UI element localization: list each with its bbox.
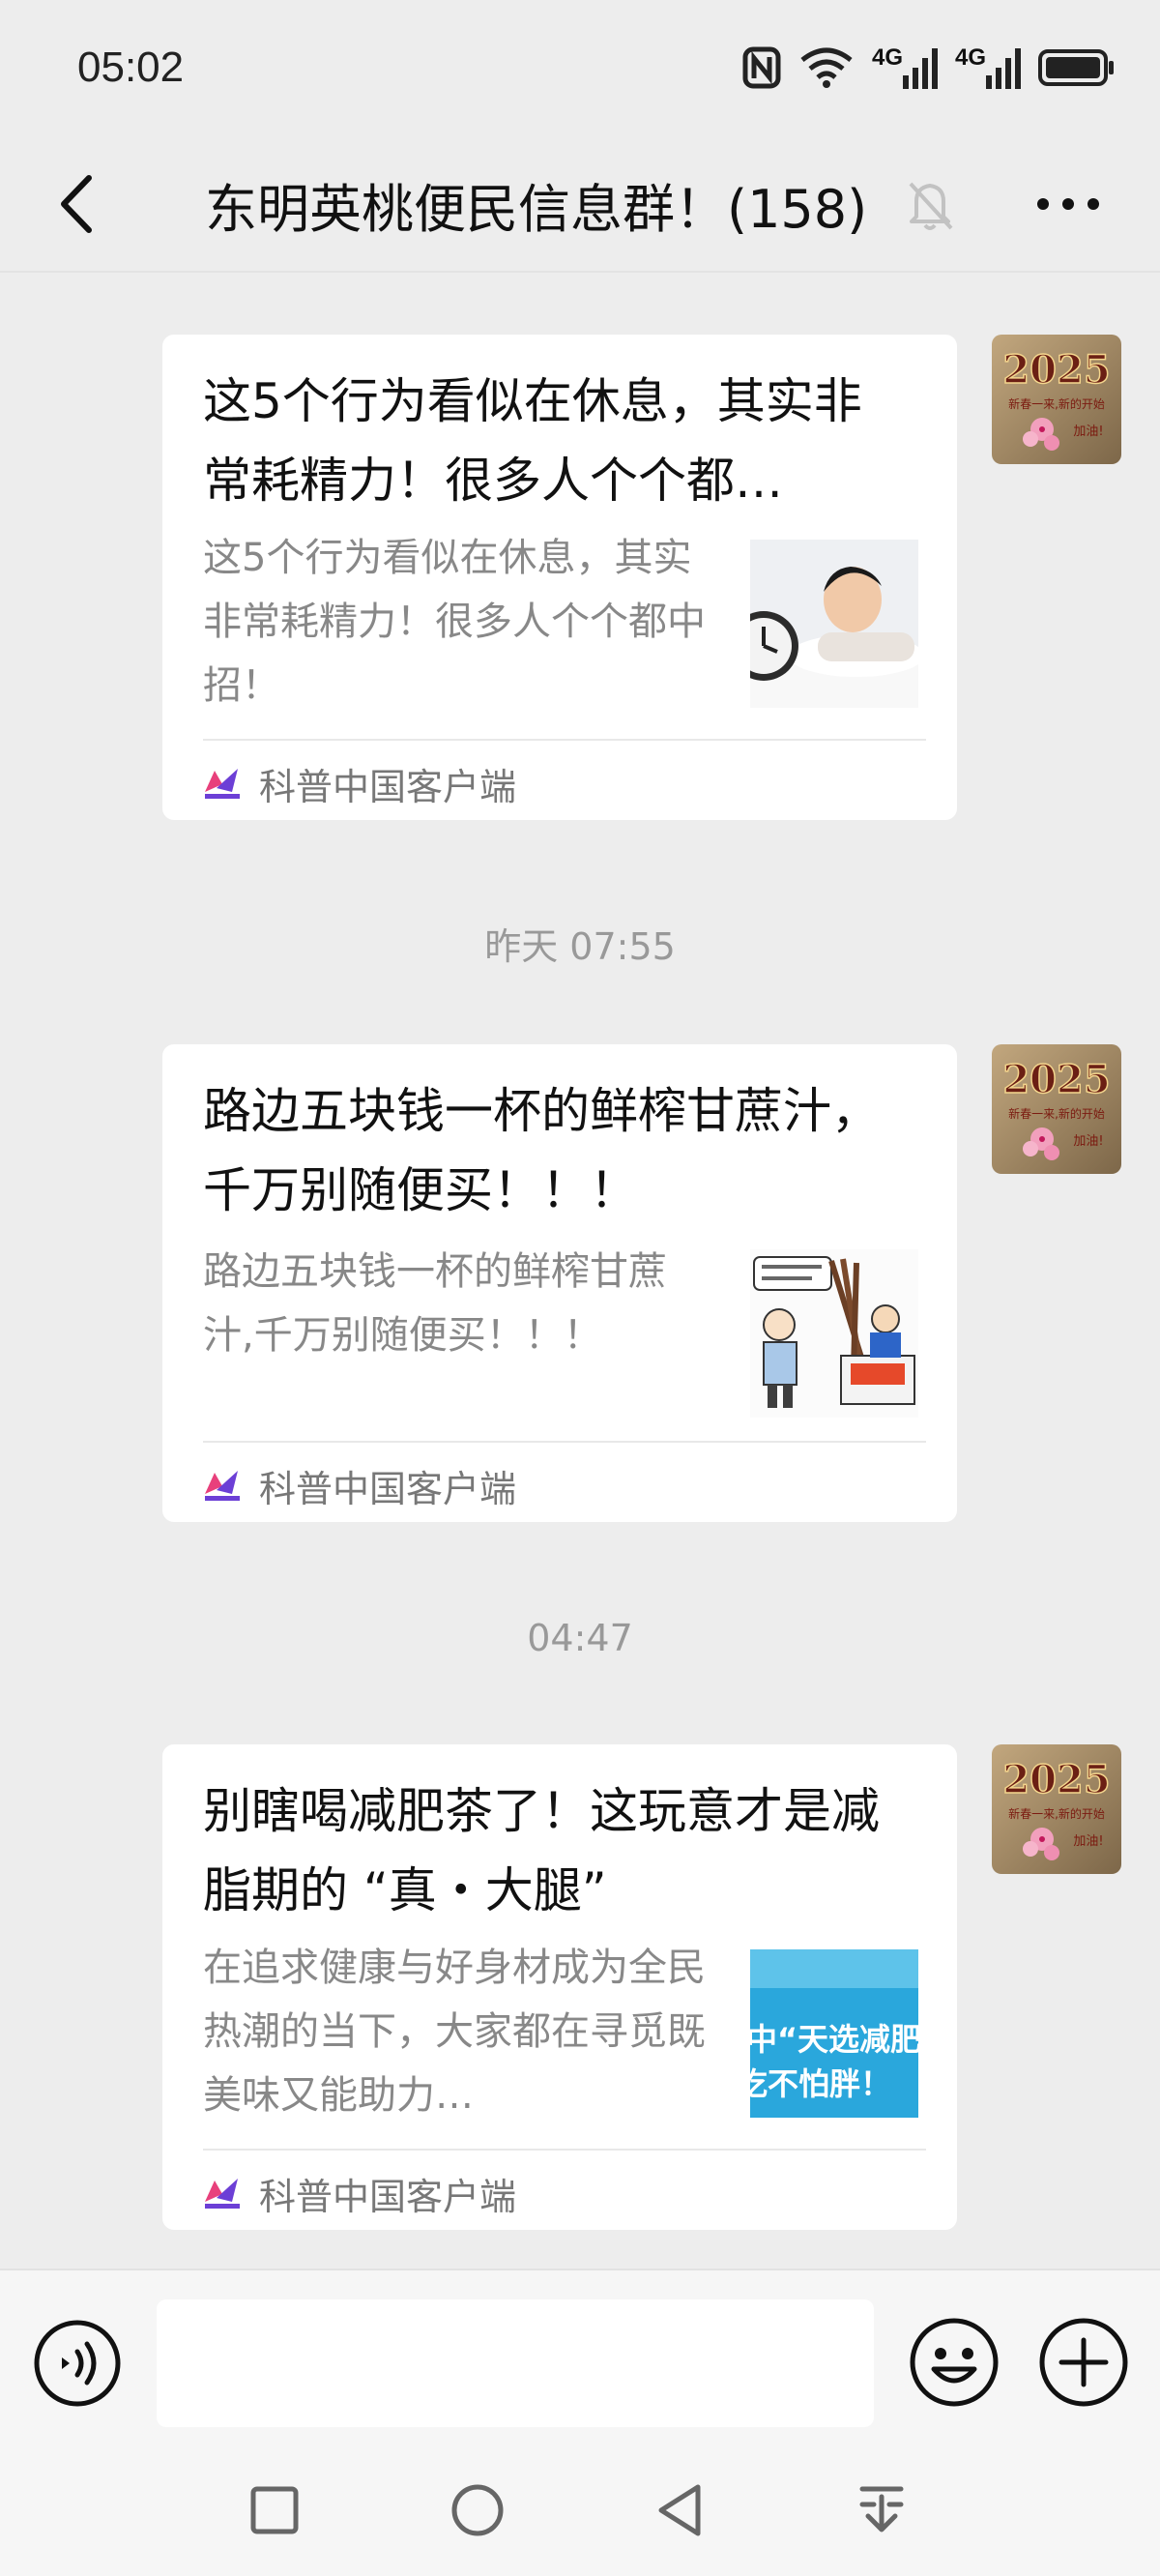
more-button[interactable] bbox=[1025, 174, 1112, 234]
avatar-cheer: 加油! bbox=[1073, 424, 1103, 439]
message-input[interactable] bbox=[157, 2299, 874, 2427]
link-card-title: 别瞎喝减肥茶了！这玩意才是减脂期的 “真・大腿” bbox=[203, 1783, 880, 1918]
square-icon bbox=[250, 2486, 299, 2534]
timestamp: 04:47 bbox=[527, 1617, 633, 1659]
signal-icon: 4G bbox=[872, 44, 938, 91]
status-icons: 4G 4G bbox=[742, 44, 1116, 91]
avatar-greeting: 新春一来,新的开始 bbox=[1008, 1806, 1105, 1821]
system-navigation-bar bbox=[0, 2452, 1160, 2576]
avatar-cheer: 加油! bbox=[1073, 1134, 1103, 1149]
link-card-source: 科普中国客户端 bbox=[203, 1460, 516, 1510]
emoji-button[interactable] bbox=[909, 2317, 1000, 2408]
link-card-title: 这5个行为看似在休息，其实非常耗精力！很多人个个都… bbox=[203, 373, 862, 509]
signal-icon: 4G bbox=[955, 44, 1021, 91]
plus-icon bbox=[1039, 2318, 1128, 2407]
sender-avatar[interactable]: 2025 新春一来,新的开始 加油! bbox=[992, 335, 1121, 464]
recent-apps-button[interactable] bbox=[236, 2475, 313, 2545]
pulldown-icon bbox=[859, 2486, 904, 2532]
link-card-description: 路边五块钱一杯的鲜榨甘蔗汁,千万别随便买！！！ bbox=[203, 1249, 667, 1358]
source-name: 科普中国客户端 bbox=[259, 1467, 517, 1510]
more-functions-button[interactable] bbox=[1038, 2317, 1129, 2408]
avatar-greeting: 新春一来,新的开始 bbox=[1008, 396, 1105, 411]
avatar-year: 2025 bbox=[1002, 1757, 1110, 1802]
link-card-title: 路边五块钱一杯的鲜榨甘蔗汁，千万别随便买！！！ bbox=[203, 1083, 880, 1218]
card-divider bbox=[203, 739, 926, 741]
link-card-description: 这5个行为看似在休息，其实非常耗精力！很多人个个都中招！ bbox=[203, 536, 706, 708]
wifi-icon bbox=[798, 44, 855, 91]
chat-header: 东明英桃便民信息群！(158) bbox=[0, 135, 1160, 273]
avatar-greeting: 新春一来,新的开始 bbox=[1008, 1106, 1105, 1121]
triangle-back-icon bbox=[658, 2484, 701, 2536]
chat-title: 东明英桃便民信息群！(158) bbox=[205, 178, 868, 240]
sender-avatar[interactable]: 2025 新春一来,新的开始 加油! bbox=[992, 1744, 1121, 1874]
source-name: 科普中国客户端 bbox=[259, 2175, 517, 2218]
notification-pulldown-button[interactable] bbox=[843, 2475, 920, 2545]
status-bar: 05:02 4G 4G bbox=[0, 0, 1160, 135]
link-card-message[interactable]: 路边五块钱一杯的鲜榨甘蔗汁，千万别随便买！！！ 路边五块钱一杯的鲜榨甘蔗汁,千万… bbox=[162, 1044, 957, 1522]
avatar-cheer: 加油! bbox=[1073, 1834, 1103, 1849]
card-divider bbox=[203, 2149, 926, 2151]
chat-input-bar bbox=[0, 2269, 1160, 2452]
home-button[interactable] bbox=[439, 2475, 516, 2545]
network-type-label: 4G bbox=[871, 44, 903, 71]
link-card-source: 科普中国客户端 bbox=[203, 758, 516, 808]
link-card-thumbnail: 中“天选减肥 吃不怕胖！ bbox=[750, 1949, 918, 2118]
thumbnail-caption: 中“天选减肥 bbox=[750, 2021, 918, 2058]
mute-bell-icon bbox=[903, 176, 957, 234]
more-icon bbox=[1037, 198, 1099, 210]
kepu-china-logo-icon bbox=[205, 769, 240, 799]
status-time: 05:02 bbox=[77, 44, 185, 91]
avatar-year: 2025 bbox=[1002, 347, 1110, 393]
source-name: 科普中国客户端 bbox=[259, 765, 517, 808]
circle-icon bbox=[451, 2484, 504, 2536]
nfc-icon bbox=[742, 44, 781, 91]
voice-icon bbox=[34, 2320, 121, 2407]
voice-input-button[interactable] bbox=[33, 2319, 122, 2408]
avatar-year: 2025 bbox=[1002, 1057, 1110, 1102]
back-button[interactable] bbox=[46, 168, 104, 240]
link-card-thumbnail bbox=[750, 1249, 918, 1418]
back-icon bbox=[61, 175, 92, 233]
kepu-china-logo-icon bbox=[205, 1471, 240, 1501]
link-card-source: 科普中国客户端 bbox=[203, 2168, 516, 2218]
thumbnail-caption: 吃不怕胖！ bbox=[750, 2065, 891, 2102]
link-card-message[interactable]: 别瞎喝减肥茶了！这玩意才是减脂期的 “真・大腿” 在追求健康与好身材成为全民热潮… bbox=[162, 1744, 957, 2230]
system-back-button[interactable] bbox=[642, 2475, 719, 2545]
timestamp: 昨天 07:55 bbox=[484, 925, 676, 968]
network-type-label: 4G bbox=[954, 44, 986, 71]
kepu-china-logo-icon bbox=[205, 2179, 240, 2209]
link-card-message[interactable]: 这5个行为看似在休息，其实非常耗精力！很多人个个都… 这5个行为看似在休息，其实… bbox=[162, 335, 957, 820]
battery-icon bbox=[1038, 44, 1116, 91]
emoji-icon bbox=[910, 2318, 999, 2407]
link-card-description: 在追求健康与好身材成为全民热潮的当下，大家都在寻觅既美味又能助力… bbox=[203, 1946, 706, 2118]
card-divider bbox=[203, 1441, 926, 1443]
link-card-thumbnail bbox=[750, 540, 918, 708]
sender-avatar[interactable]: 2025 新春一来,新的开始 加油! bbox=[992, 1044, 1121, 1174]
